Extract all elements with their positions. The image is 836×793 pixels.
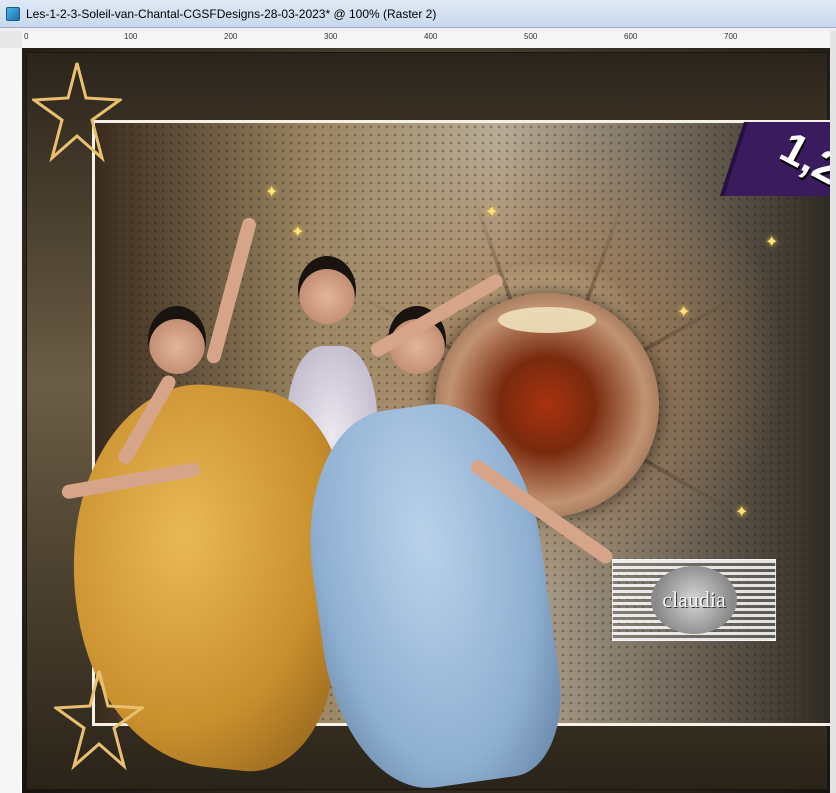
window-title: Les-1-2-3-Soleil-van-Chantal-CGSFDesigns… — [26, 6, 437, 21]
ruler-tick: 200 — [224, 32, 238, 41]
sparkle-icon: ✦ — [677, 304, 691, 321]
sparkle-icon: ✦ — [735, 504, 749, 521]
image-canvas[interactable]: ✦ ✦ ✦ ✦ ✦ ✦ 1,2 claudia — [22, 48, 830, 793]
ruler-tick: 600 — [624, 32, 638, 41]
star-outline-icon — [54, 670, 144, 771]
ruler-tick: 100 — [124, 32, 138, 41]
ruler-tick: 0 — [24, 32, 29, 41]
ruler-tick: 500 — [524, 32, 538, 41]
window-titlebar[interactable]: Les-1-2-3-Soleil-van-Chantal-CGSFDesigns… — [0, 0, 836, 28]
vertical-scrollbar[interactable] — [830, 31, 836, 793]
dancer-head — [298, 256, 356, 324]
ruler-tick: 300 — [324, 32, 338, 41]
app-icon[interactable] — [6, 6, 20, 21]
ruler-corner — [0, 31, 23, 49]
dancer-arm — [205, 216, 258, 365]
blue-dress — [291, 391, 573, 793]
watermark-badge: claudia — [651, 566, 737, 634]
sparkle-icon: ✦ — [765, 234, 779, 251]
ruler-tick: 400 — [424, 32, 438, 41]
vertical-ruler — [0, 48, 23, 793]
star-outline-icon — [32, 62, 122, 163]
horizontal-ruler: 0 100 200 300 400 500 600 700 — [22, 31, 830, 49]
watermark-stamp: claudia — [612, 559, 776, 641]
ruler-tick: 700 — [724, 32, 738, 41]
dancer-head — [148, 306, 206, 374]
